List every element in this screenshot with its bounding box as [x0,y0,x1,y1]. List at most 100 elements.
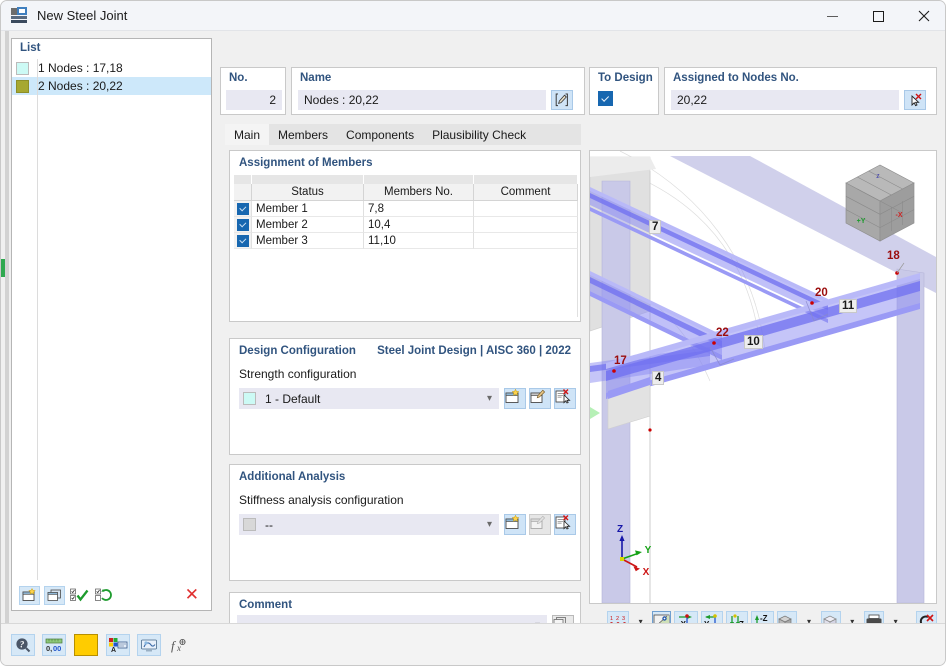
color-button[interactable] [73,633,99,657]
design-configuration-title: Design Configuration [239,345,356,357]
table-row[interactable]: Member 1 7,8 [234,201,578,217]
joint-list-panel: List 1 Nodes : 17,18 2 Nodes : 20,22 ✕ [11,38,212,611]
close-button[interactable] [901,1,945,31]
pick-cursor-icon [911,93,921,107]
footer-tools: ? 0, 00 A f x [11,633,192,657]
new-icon [22,588,36,601]
member-label-11: 11 [839,299,858,313]
check-all-icon [70,588,89,602]
joint-3d-model: Z +Y -X Z Y X [590,151,936,603]
list-item[interactable]: 2 Nodes : 20,22 [12,77,211,95]
edit-stiffness-config-button [529,514,551,535]
display-properties-button[interactable]: A [106,634,130,656]
svg-text:Z: Z [617,524,623,535]
copy-joint-button[interactable] [44,585,65,605]
list-toolbar: ✕ [12,580,211,610]
status-strip [1,259,5,277]
edit-name-button[interactable] [551,90,573,110]
help-button[interactable]: ? [11,634,35,656]
design-standard-label: Steel Joint Design | AISC 360 | 2022 [377,345,571,357]
graphic-settings-button[interactable] [137,634,161,656]
delete-configuration-button[interactable] [554,388,576,409]
cell-status: Member 2 [252,217,364,233]
header-cell-members-no: Members No. [364,184,474,201]
delete-stiffness-config-button[interactable] [554,514,576,535]
no-input[interactable] [226,90,282,110]
list-item-label: 1 Nodes : 17,18 [38,61,123,75]
svg-text:00: 00 [53,644,61,653]
node-label-18: 18 [887,250,900,262]
table-group-row [234,175,578,184]
graphic-settings-icon [141,639,157,652]
row-checkbox[interactable] [234,201,252,217]
color-swatch [16,61,29,75]
select-all-button[interactable] [69,586,90,605]
name-field-group: Name [291,67,585,115]
tab-members[interactable]: Members [269,124,337,145]
additional-analysis-title: Additional Analysis [239,471,346,483]
cell-comment [474,217,578,233]
edit-icon [530,389,546,403]
members-table: Status Members No. Comment Member 1 7,8 … [234,175,578,317]
edit-configuration-button[interactable] [529,388,551,409]
tab-components[interactable]: Components [337,124,423,145]
new-joint-button[interactable] [19,585,40,605]
tab-main[interactable]: Main [225,124,270,145]
svg-text:?: ? [20,640,25,650]
svg-text:0,: 0, [46,644,52,653]
new-stiffness-config-button[interactable] [504,514,526,535]
display-properties-icon: A [109,638,128,653]
minimize-button[interactable] [809,1,855,31]
stiffness-configuration-combo[interactable]: -- ▾ [239,514,499,535]
to-design-checkbox[interactable] [598,91,613,106]
no-field-group: No. [220,67,286,115]
pick-nodes-button[interactable] [904,90,926,110]
delete-joint-button[interactable]: ✕ [185,586,199,604]
formula-icon: f x [171,638,186,653]
invert-icon [95,588,112,601]
formula-button[interactable]: f x [168,634,192,656]
svg-text:A: A [111,647,116,653]
chevron-down-icon: ▾ [486,519,492,530]
node-label-22: 22 [716,327,729,339]
new-configuration-button[interactable] [504,388,526,409]
list-header: List [20,42,41,54]
maximize-button[interactable] [855,1,901,31]
invert-selection-button[interactable] [94,586,115,605]
close-icon [918,10,930,22]
title-bar: New Steel Joint [1,1,945,31]
row-checkbox[interactable] [234,217,252,233]
color-swatch [16,79,29,93]
list-item[interactable]: 1 Nodes : 17,18 [12,59,211,77]
window-title: New Steel Joint [37,8,128,23]
edit-pencil-icon [555,93,568,107]
maximize-icon [872,10,884,22]
assigned-nodes-input[interactable] [671,90,899,110]
svg-text:+Y: +Y [857,218,866,225]
table-empty-area[interactable] [234,249,578,317]
member-label-7: 7 [649,220,662,234]
svg-text:X: X [643,567,650,578]
table-row[interactable]: Member 2 10,4 [234,217,578,233]
strength-configuration-combo[interactable]: 1 - Default ▾ [239,388,499,409]
member-label-10: 10 [744,335,763,349]
checkbox-icon [236,234,249,247]
member-label-4: 4 [652,371,665,385]
dialog-footer: ? 0, 00 A f x [1,623,945,665]
configuration-color-swatch [243,518,256,531]
joint-list[interactable]: 1 Nodes : 17,18 2 Nodes : 20,22 [12,59,211,580]
table-row[interactable]: Member 3 11,10 [234,233,578,249]
tab-plausibility-check[interactable]: Plausibility Check [423,124,535,145]
no-label: No. [229,72,248,84]
row-checkbox[interactable] [234,233,252,249]
units-button[interactable]: 0, 00 [42,634,66,656]
cell-members-no: 10,4 [364,217,474,233]
svg-text:Z: Z [876,174,879,180]
left-edge-strip [5,31,9,623]
3d-viewport[interactable]: Z +Y -X Z Y X 18 20 22 17 7 11 10 4 [589,150,937,604]
delete-icon [555,389,571,404]
list-item-label: 2 Nodes : 20,22 [38,79,123,93]
name-input[interactable] [298,90,546,110]
delete-icon [555,515,571,530]
node-label-17: 17 [614,355,627,367]
